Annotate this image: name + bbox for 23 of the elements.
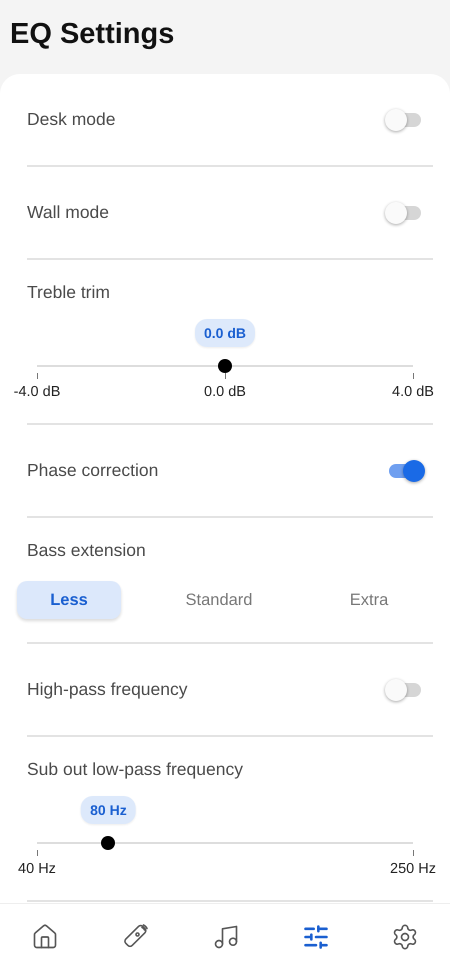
setting-label: Bass extension: [27, 539, 147, 561]
setting-label: High-pass frequency: [27, 679, 188, 700]
slider-thumb[interactable]: [101, 836, 116, 850]
tick-label: 0.0 dB: [204, 384, 246, 400]
sliders-icon: [302, 923, 330, 951]
setting-label: Phase correction: [27, 460, 158, 481]
music-note-icon: [212, 923, 240, 951]
page-title: EQ Settings: [9, 17, 176, 52]
home-icon: [30, 923, 59, 951]
segment-option[interactable]: Standard: [167, 581, 271, 619]
tick-label: 4.0 dB: [392, 384, 434, 400]
slider-thumb[interactable]: [218, 359, 232, 373]
tick-label: 40 Hz: [18, 861, 56, 877]
setting-label: Desk mode: [27, 109, 116, 130]
segment-option[interactable]: Extra: [317, 581, 421, 619]
tick-label: -4.0 dB: [14, 384, 60, 400]
tick-label: 250 Hz: [390, 861, 436, 877]
setting-label: Treble trim: [27, 281, 111, 303]
slider-value: 0.0 dB: [195, 319, 255, 347]
setting-label: Wall mode: [27, 202, 110, 223]
slider-value: 80 Hz: [81, 796, 136, 824]
setting-label: Sub out low-pass frequency: [27, 758, 244, 780]
segment-option[interactable]: Less: [17, 581, 121, 619]
